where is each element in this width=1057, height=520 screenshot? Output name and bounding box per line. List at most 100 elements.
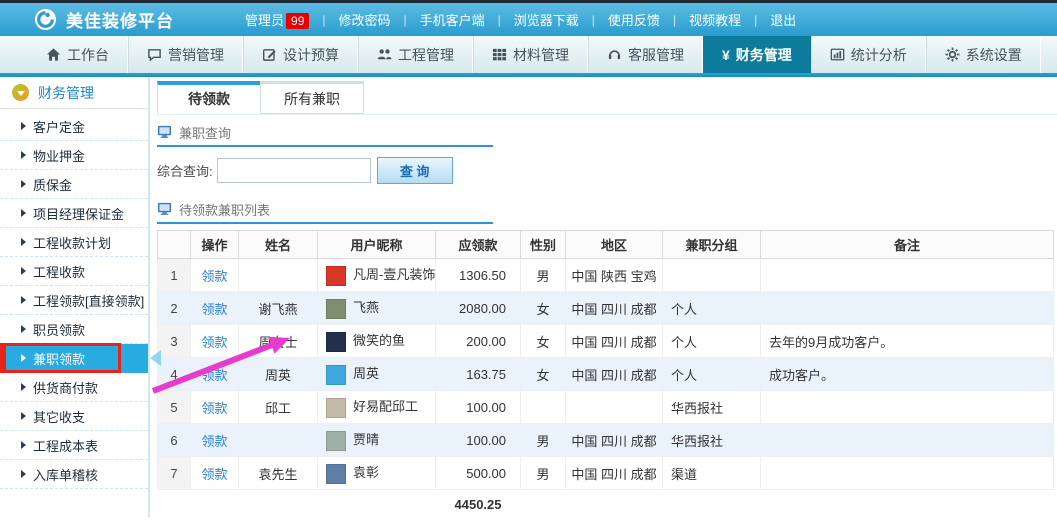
sidebar-item[interactable]: 工程领款[直接领款]: [0, 286, 148, 315]
list-section-title: 待领款兼职列表: [179, 200, 270, 219]
receive-payment-link[interactable]: 领款: [201, 401, 227, 416]
amount-cell: 100.00: [436, 424, 521, 457]
receive-payment-link[interactable]: 领款: [201, 302, 227, 317]
sidebar-item[interactable]: 质保金: [0, 170, 148, 199]
nav-tab[interactable]: 营销管理: [128, 36, 243, 73]
amount-cell: 163.75: [436, 358, 521, 391]
search-section-title: 兼职查询: [179, 123, 231, 142]
triangle-bullet-icon: [21, 383, 26, 391]
sidebar-header[interactable]: 财务管理: [0, 77, 148, 109]
avatar: [326, 464, 346, 484]
sidebar-item[interactable]: 工程成本表: [0, 431, 148, 460]
nickname-label: 贾晴: [353, 432, 379, 447]
sidebar-menu: 客户定金物业押金质保金项目经理保证金工程收款计划工程收款工程领款[直接领款]职员…: [0, 109, 148, 489]
content-tab[interactable]: 待领款: [157, 81, 261, 114]
sidebar-item[interactable]: 工程收款计划: [0, 228, 148, 257]
nav-tab[interactable]: 统计分析: [811, 36, 926, 73]
avatar: [326, 365, 346, 385]
sidebar-item-label: 其它收支: [33, 407, 85, 426]
top-menu-item[interactable]: 视频教程: [676, 10, 754, 29]
nickname-label: 微笑的鱼: [353, 333, 405, 348]
top-menu-item[interactable]: 手机客户端: [407, 10, 498, 29]
name-cell: [239, 424, 318, 457]
receive-payment-link[interactable]: 领款: [201, 434, 227, 449]
nav-tab-label: 设计预算: [283, 45, 339, 65]
receive-payment-link[interactable]: 领款: [201, 335, 227, 350]
pending-payments-table: 操作姓名用户昵称应领款性别地区兼职分组备注 1领款凡周-壹凡装饰1306.50男…: [157, 230, 1054, 517]
chart-icon: [830, 47, 845, 62]
sidebar-item[interactable]: 供货商付款: [0, 373, 148, 402]
nav-tab[interactable]: 工作台: [28, 36, 128, 73]
triangle-bullet-icon: [21, 209, 26, 217]
sidebar-title: 财务管理: [38, 83, 94, 103]
app-window: 美佳装修平台 管理员99 |修改密码|手机客户端|浏览器下载|使用反馈|视频教程…: [0, 0, 1057, 520]
nav-tab[interactable]: 工程管理: [358, 36, 473, 73]
sidebar-item-label: 供货商付款: [33, 378, 98, 397]
nav-tab[interactable]: 系统设置: [926, 36, 1041, 73]
admin-link[interactable]: 管理员99: [232, 10, 322, 29]
region-cell: 中国 四川 成都: [566, 424, 663, 457]
sidebar-item-label: 入库单稽核: [33, 465, 98, 484]
action-cell: 领款: [191, 292, 239, 325]
nav-tab[interactable]: 材料管理: [473, 36, 588, 73]
action-cell: 领款: [191, 259, 239, 292]
top-menu-item[interactable]: 退出: [757, 10, 809, 29]
receive-payment-link[interactable]: 领款: [201, 368, 227, 383]
sidebar-item[interactable]: 入库单稽核: [0, 460, 148, 489]
name-cell: 周女士: [239, 325, 318, 358]
triangle-bullet-icon: [21, 238, 26, 246]
sidebar-item-label: 物业押金: [33, 146, 85, 165]
nav-tab[interactable]: 设计预算: [243, 36, 358, 73]
region-cell: [566, 391, 663, 424]
content-tabs: 待领款所有兼职: [157, 81, 1057, 115]
receive-payment-link[interactable]: 领款: [201, 269, 227, 284]
top-menu-item[interactable]: 修改密码: [326, 10, 404, 29]
gender-cell: 女: [521, 358, 566, 391]
collapse-circle-icon: [12, 84, 29, 101]
sidebar-item[interactable]: 项目经理保证金: [0, 199, 148, 228]
remark-cell: [761, 292, 1054, 325]
search-button[interactable]: 查 询: [377, 157, 453, 184]
amount-cell: 2080.00: [436, 292, 521, 325]
column-header: 操作: [191, 231, 239, 259]
region-cell: 中国 四川 成都: [566, 358, 663, 391]
remark-cell: [761, 259, 1054, 292]
sidebar-item[interactable]: 客户定金: [0, 112, 148, 141]
receive-payment-link[interactable]: 领款: [201, 467, 227, 482]
group-cell: 个人: [663, 358, 761, 391]
list-section-header: 待领款兼职列表: [157, 197, 493, 224]
table-total-row: 4450.25: [158, 490, 1054, 518]
sidebar-item[interactable]: 其它收支: [0, 402, 148, 431]
triangle-bullet-icon: [21, 296, 26, 304]
search-form: 综合查询: 查 询: [157, 157, 1057, 184]
avatar: [326, 431, 346, 451]
notification-badge[interactable]: 99: [286, 13, 309, 29]
column-header: 用户昵称: [318, 231, 436, 259]
home-icon: [46, 47, 61, 62]
sidebar-item[interactable]: 物业押金: [0, 141, 148, 170]
sidebar-item[interactable]: 兼职领款: [0, 344, 148, 373]
pencil-icon: [262, 47, 277, 62]
sidebar-item[interactable]: 工程收款: [0, 257, 148, 286]
triangle-bullet-icon: [21, 470, 26, 478]
brand-logo-icon: [34, 8, 57, 31]
action-cell: 领款: [191, 325, 239, 358]
nickname-cell: 好易配邱工: [318, 391, 436, 424]
remark-cell: [761, 457, 1054, 490]
top-menu-item[interactable]: 浏览器下载: [501, 10, 592, 29]
top-menu-item[interactable]: 使用反馈: [595, 10, 673, 29]
region-cell: 中国 陕西 宝鸡: [566, 259, 663, 292]
sidebar-item[interactable]: 职员领款: [0, 315, 148, 344]
nav-tab[interactable]: ¥财务管理: [703, 36, 811, 73]
amount-cell: 1306.50: [436, 259, 521, 292]
yen-icon: ¥: [722, 47, 730, 63]
content-tab[interactable]: 所有兼职: [260, 81, 364, 114]
group-cell: 个人: [663, 325, 761, 358]
gear-icon: [945, 47, 960, 62]
search-input[interactable]: [217, 158, 371, 183]
nickname-label: 好易配邱工: [353, 399, 418, 414]
nav-tab[interactable]: 客服管理: [588, 36, 703, 73]
triangle-bullet-icon: [21, 267, 26, 275]
remark-cell: 去年的9月成功客户。: [761, 325, 1054, 358]
monitor-icon: [157, 124, 172, 142]
